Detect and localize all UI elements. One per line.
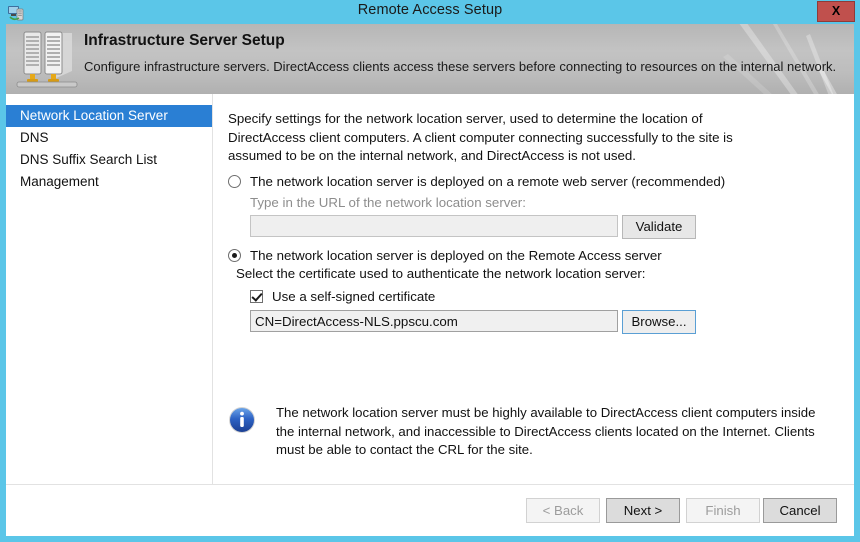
self-signed-certificate-checkbox-row[interactable]: Use a self-signed certificate <box>250 288 435 306</box>
network-location-url-input[interactable] <box>250 215 618 237</box>
option-remote-access-server-label[interactable]: The network location server is deployed … <box>228 248 662 263</box>
cancel-button[interactable]: Cancel <box>763 498 837 523</box>
certificate-hint-label: Select the certificate used to authentic… <box>236 266 646 281</box>
footer-bar: < Back Next > Finish Cancel <box>6 484 854 536</box>
sidebar-item-dns[interactable]: DNS <box>6 127 212 149</box>
info-message-text: The network location server must be high… <box>276 405 816 457</box>
radio-remote-access-server[interactable] <box>228 249 241 262</box>
option-remote-web-server-label[interactable]: The network location server is deployed … <box>228 174 725 189</box>
sidebar-item-management[interactable]: Management <box>6 171 212 193</box>
banner: Infrastructure Server Setup Configure in… <box>6 24 854 94</box>
banner-subtitle: Configure infrastructure servers. Direct… <box>84 59 837 74</box>
validate-button[interactable]: Validate <box>622 215 696 239</box>
next-button[interactable]: Next > <box>606 498 680 523</box>
banner-title: Infrastructure Server Setup <box>84 32 285 49</box>
sidebar-nav: Network Location Server DNS DNS Suffix S… <box>6 94 213 484</box>
self-signed-certificate-label[interactable]: Use a self-signed certificate <box>250 289 435 304</box>
intro-text: Specify settings for the network locatio… <box>228 111 733 163</box>
title-bar: Remote Access Setup X <box>0 0 860 24</box>
back-button[interactable]: < Back <box>526 498 600 523</box>
finish-button[interactable]: Finish <box>686 498 760 523</box>
close-button[interactable]: X <box>817 1 855 22</box>
main-panel: Specify settings for the network locatio… <box>214 94 854 484</box>
sidebar-item-network-location-server[interactable]: Network Location Server <box>6 105 212 127</box>
server-network-icon <box>14 27 80 91</box>
info-message: The network location server must be high… <box>228 404 828 460</box>
radio-remote-web-server[interactable] <box>228 175 241 188</box>
browse-certificate-button[interactable]: Browse... <box>622 310 696 334</box>
sidebar-item-dns-suffix-search-list[interactable]: DNS Suffix Search List <box>6 149 212 171</box>
option-remote-access-server[interactable]: The network location server is deployed … <box>228 247 662 265</box>
content-area: Network Location Server DNS DNS Suffix S… <box>6 94 854 536</box>
url-hint-label: Type in the URL of the network location … <box>250 195 526 210</box>
info-icon <box>228 406 256 434</box>
self-signed-certificate-checkbox[interactable] <box>250 290 263 303</box>
window-title: Remote Access Setup <box>357 2 503 18</box>
option-remote-web-server[interactable]: The network location server is deployed … <box>228 173 725 191</box>
certificate-input[interactable] <box>250 310 618 332</box>
remote-access-setup-window: Remote Access Setup X Infrastructure Ser… <box>0 0 860 542</box>
